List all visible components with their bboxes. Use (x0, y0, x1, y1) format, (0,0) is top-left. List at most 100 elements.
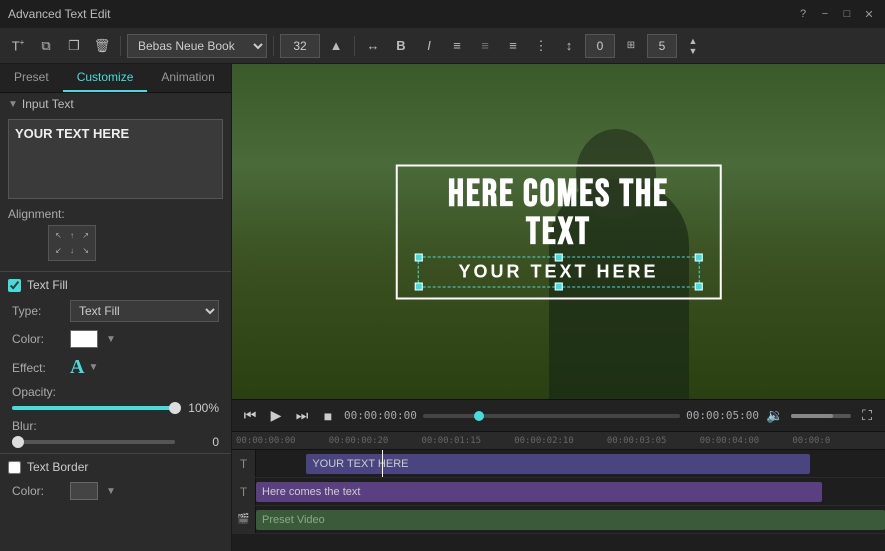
progress-bar[interactable] (423, 414, 680, 418)
text-border-row: Text Border (0, 456, 231, 478)
text-fill-checkbox[interactable] (8, 279, 21, 292)
next-frame-button[interactable]: ⏭ (292, 406, 312, 426)
overlay-main-text: HERE COMES THE TEXT (417, 176, 700, 252)
extra-input[interactable] (647, 34, 677, 58)
align-bc-button[interactable]: ↓ (66, 244, 79, 258)
fullscreen-button[interactable]: ⛶ (857, 406, 877, 426)
border-color-label: Color: (12, 484, 62, 498)
help-button[interactable]: ? (795, 6, 811, 22)
tab-customize[interactable]: Customize (63, 64, 148, 92)
video-background: HERE COMES THE TEXT YOUR TEXT HERE (232, 64, 885, 399)
copy-button[interactable]: ⧉ (34, 34, 58, 58)
video-preview: HERE COMES THE TEXT YOUR TEXT HERE (232, 64, 885, 399)
opacity-value: 100% (183, 401, 219, 415)
effect-button[interactable]: A ▼ (70, 356, 98, 379)
opacity-thumb[interactable] (169, 402, 181, 414)
track-clip-1[interactable]: YOUR TEXT HERE (306, 454, 809, 474)
bold-button[interactable]: B (389, 34, 413, 58)
extra-btn[interactable]: ⊞ (619, 34, 643, 58)
track-content-2: Here comes the text (256, 478, 885, 505)
minimize-button[interactable]: − (817, 6, 833, 22)
playback-controls: ⏮ ▶ ⏭ ■ 00:00:00:00 00:00:05:00 🔉 ⛶ (232, 399, 885, 431)
paste-icon: ❐ (68, 38, 80, 54)
ruler-mark-4: 00:00:03:05 (607, 436, 700, 446)
tab-animation[interactable]: Animation (147, 64, 228, 92)
track-clip-3[interactable]: Preset Video (256, 510, 885, 530)
align-tc-button[interactable]: ↑ (66, 229, 79, 243)
main-content: Preset Customize Animation ▼ Input Text … (0, 64, 885, 551)
text-overlay[interactable]: HERE COMES THE TEXT YOUR TEXT HERE (395, 164, 722, 299)
opacity-track[interactable] (12, 406, 175, 410)
font-size-up-button[interactable]: ▲ (324, 34, 348, 58)
rewind-button[interactable]: ⏮ (240, 406, 260, 426)
effect-label: Effect: (12, 361, 62, 375)
handle-t[interactable] (555, 253, 563, 261)
add-text-button[interactable]: T+ (6, 34, 30, 58)
blur-thumb[interactable] (12, 436, 24, 448)
close-button[interactable]: ✕ (861, 6, 877, 22)
alignment-label: Alignment: (8, 207, 223, 221)
color-swatch[interactable] (70, 330, 98, 348)
align-bl-button[interactable]: ↙ (52, 244, 65, 258)
align-right-button[interactable]: ≡ (501, 34, 525, 58)
progress-thumb[interactable] (474, 411, 484, 421)
border-color-swatch[interactable] (70, 482, 98, 500)
right-area: HERE COMES THE TEXT YOUR TEXT HERE (232, 64, 885, 551)
kerning-input[interactable] (585, 34, 615, 58)
toolbar-separator-1 (120, 36, 121, 56)
blur-track[interactable] (12, 440, 175, 444)
tab-preset[interactable]: Preset (0, 64, 63, 92)
opacity-label: Opacity: (12, 385, 219, 399)
italic-button[interactable]: I (417, 34, 441, 58)
align-tl-button[interactable]: ↖ (52, 229, 65, 243)
track-clip-2[interactable]: Here comes the text (256, 482, 822, 502)
maximize-button[interactable]: □ (839, 6, 855, 22)
justify-button[interactable]: ⋮ (529, 34, 553, 58)
overlay-sub-text: YOUR TEXT HERE (417, 256, 700, 287)
text-border-checkbox[interactable] (8, 461, 21, 474)
font-family-select[interactable]: Bebas Neue Book (127, 34, 267, 58)
handle-tl[interactable] (414, 253, 422, 261)
align-br-button[interactable]: ↘ (79, 244, 92, 258)
align-tr-button[interactable]: ↗ (79, 229, 92, 243)
text-fill-row: Text Fill (0, 274, 231, 296)
volume-down-button[interactable]: 🔉 (765, 406, 785, 426)
effect-dropdown-arrow[interactable]: ▼ (88, 362, 98, 373)
track-icon-3: 🎬 (232, 506, 256, 533)
handle-bl[interactable] (414, 282, 422, 290)
handle-b[interactable] (555, 282, 563, 290)
volume-slider[interactable] (791, 414, 851, 418)
extra-up-button[interactable]: ▲▼ (681, 34, 705, 58)
track-icon-1: T (232, 450, 256, 477)
overlay-box: HERE COMES THE TEXT YOUR TEXT HERE (395, 164, 722, 299)
paste-button[interactable]: ❐ (62, 34, 86, 58)
alignment-section: Alignment: ↖ ↑ ↗ ↙ ↓ ↘ (0, 203, 231, 269)
handle-br[interactable] (695, 282, 703, 290)
handle-tr[interactable] (695, 253, 703, 261)
ruler-marks: 00:00:00:00 00:00:00:20 00:00:01:15 00:0… (236, 436, 885, 446)
track-row-1: T YOUR TEXT HERE (232, 450, 885, 478)
type-select[interactable]: Text Fill (70, 300, 219, 322)
line-spacing-button[interactable]: ↕ (557, 34, 581, 58)
type-row: Type: Text Fill (0, 296, 231, 326)
letter-spacing-button[interactable]: ↔ (361, 34, 385, 58)
end-time-display: 00:00:05:00 (686, 409, 759, 422)
input-text-header[interactable]: ▼ Input Text (0, 93, 231, 115)
opacity-fill (12, 406, 175, 410)
stop-button[interactable]: ■ (318, 406, 338, 426)
input-text-area[interactable]: YOUR TEXT HERE (8, 119, 223, 199)
delete-button[interactable]: 🗑 (90, 34, 114, 58)
font-size-input[interactable] (280, 34, 320, 58)
align-center-button[interactable]: ≡ (473, 34, 497, 58)
alignment-grid: ↖ ↑ ↗ ↙ ↓ ↘ (48, 225, 96, 261)
color-dropdown-arrow[interactable]: ▼ (106, 334, 116, 345)
divider-2 (0, 453, 231, 454)
color-row: Color: ▼ (0, 326, 231, 352)
border-color-arrow[interactable]: ▼ (106, 486, 116, 497)
play-button[interactable]: ▶ (266, 406, 286, 426)
timeline-tracks: T YOUR TEXT HERE T Here comes the text 🎬 (232, 450, 885, 551)
ruler-mark-1: 00:00:00:20 (329, 436, 422, 446)
ruler-mark-6: 00:00:0 (792, 436, 885, 446)
align-left-button[interactable]: ≡ (445, 34, 469, 58)
opacity-row: Opacity: 100% (0, 383, 231, 417)
